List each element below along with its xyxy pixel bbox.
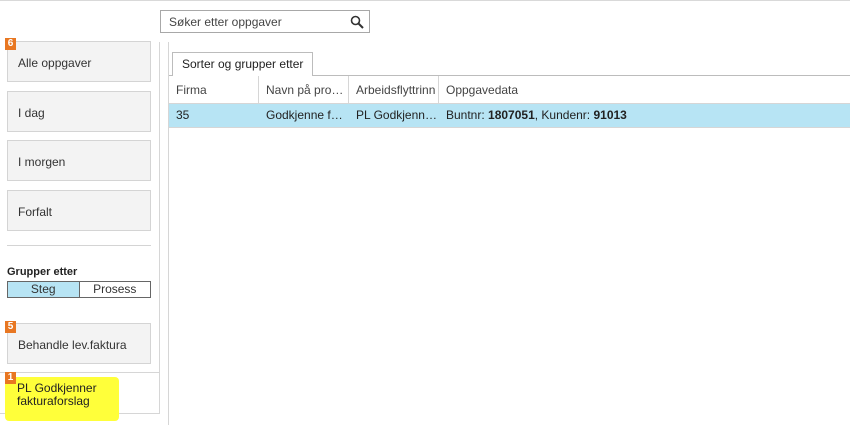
- count-badge: 6: [5, 38, 16, 50]
- sidebar-divider: [159, 42, 160, 372]
- sidebar-card-alle-oppgaver[interactable]: Alle oppgaver: [7, 41, 151, 82]
- tab-strip: Sorter og grupper etter: [169, 52, 850, 77]
- group-by-toggle: Steg Prosess: [7, 281, 151, 298]
- table-row[interactable]: 35 Godkjenne fa… PL Godkjenne… Buntnr: 1…: [169, 104, 850, 128]
- cell-trinn: PL Godkjenne…: [356, 108, 439, 122]
- card-label: I morgen: [18, 155, 66, 169]
- kundenr-value: 91013: [593, 108, 627, 122]
- count-badge: 1: [5, 372, 16, 384]
- group-by-steg-button[interactable]: Steg: [8, 282, 80, 297]
- sidebar-separator: [7, 245, 151, 246]
- column-header-oppgavedata[interactable]: Oppgavedata: [439, 76, 850, 103]
- grid-header: Firma Navn på prose… Arbeidsflyttrinn Op…: [169, 76, 850, 104]
- tab-sort-and-group[interactable]: Sorter og grupper etter: [172, 52, 314, 77]
- buntnr-value: 1807051: [488, 108, 535, 122]
- column-header-arbeidsflyttrinn[interactable]: Arbeidsflyttrinn: [349, 76, 439, 103]
- sidebar-card-i-morgen[interactable]: I morgen: [7, 140, 151, 181]
- group-by-prosess-button[interactable]: Prosess: [80, 282, 151, 297]
- column-header-navn[interactable]: Navn på prose…: [259, 76, 349, 103]
- kundenr-label: , Kundenr:: [534, 108, 594, 122]
- column-header-firma[interactable]: Firma: [169, 76, 259, 103]
- cell-oppgavedata: Buntnr: 1807051, Kundenr: 91013: [439, 104, 850, 127]
- sidebar-card-i-dag[interactable]: I dag: [7, 91, 151, 132]
- card-label: Forfalt: [18, 205, 53, 219]
- count-badge: 5: [5, 321, 16, 333]
- card-label: PL Godkjenner fakturaforslag: [17, 381, 97, 408]
- card-label: Alle oppgaver: [18, 56, 92, 70]
- sidebar-group-behandle-lev-faktura[interactable]: Behandle lev.faktura: [7, 323, 151, 364]
- search-input[interactable]: Søker etter oppgaver: [160, 10, 370, 33]
- search-icon[interactable]: [350, 15, 364, 29]
- cell-navn: Godkjenne fa…: [266, 108, 349, 122]
- buntnr-label: Buntnr:: [446, 108, 489, 122]
- search-placeholder: Søker etter oppgaver: [169, 15, 282, 29]
- sidebar-card-forfalt[interactable]: Forfalt: [7, 190, 151, 231]
- task-grid: Firma Navn på prose… Arbeidsflyttrinn Op…: [169, 76, 850, 128]
- cell-firma: 35: [176, 108, 190, 122]
- main-panel: Sorter og grupper etter Firma Navn på pr…: [168, 42, 850, 425]
- top-bar: Søker etter oppgaver: [0, 0, 850, 42]
- card-label: I dag: [18, 106, 45, 120]
- card-label: Behandle lev.faktura: [18, 338, 127, 352]
- group-by-label: Grupper etter: [7, 266, 78, 278]
